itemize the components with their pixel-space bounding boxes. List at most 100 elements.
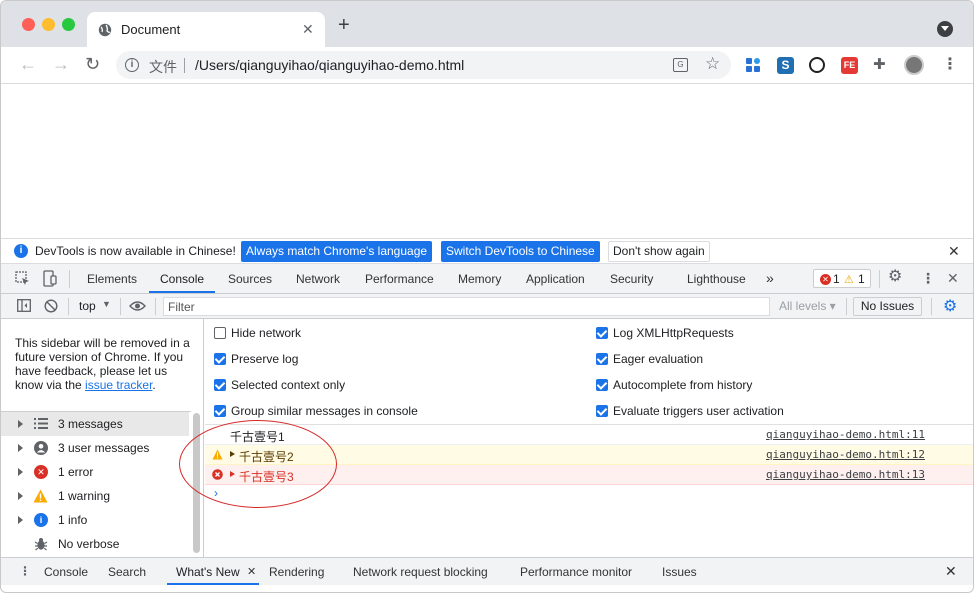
console-settings-gear-icon[interactable]: ⚙ [943, 296, 957, 316]
eager-evaluation-checkbox[interactable] [596, 353, 608, 365]
tab-search-icon[interactable] [937, 21, 953, 37]
log-xmlhttprequests-checkbox[interactable] [596, 327, 608, 339]
close-drawer-icon[interactable]: ✕ [945, 563, 957, 580]
expand-arrow-icon[interactable] [18, 468, 23, 476]
tab-application[interactable]: Application [526, 272, 585, 286]
close-window-button[interactable] [22, 18, 35, 31]
always-match-language-button[interactable]: Always match Chrome's language [241, 241, 433, 262]
evaluate-user-activation-checkbox[interactable] [596, 405, 608, 417]
warning-count: 1 [858, 272, 865, 286]
drawer-tab-performance-monitor[interactable]: Performance monitor [520, 565, 632, 579]
extension-hexagon-icon[interactable] [809, 57, 825, 73]
live-expression-eye-icon[interactable] [129, 300, 146, 312]
puzzle-icon[interactable]: ✚ [873, 55, 890, 73]
source-link[interactable]: qianguyihao-demo.html:12 [766, 448, 925, 461]
sidebar-deprecation-note: This sidebar will be removed in a future… [15, 336, 195, 392]
tab-security[interactable]: Security [610, 272, 653, 286]
console-toolbar: top ▼ Filter All levels ▾ No Issues ⚙ [1, 294, 973, 319]
source-link[interactable]: qianguyihao-demo.html:13 [766, 468, 925, 481]
browser-window: Document ✕ + ← → ↻ i 文件 /Users/qianguyih… [0, 0, 974, 593]
sidebar-item-warnings[interactable]: 1 warning [1, 484, 189, 508]
sidebar-item-info[interactable]: i 1 info [1, 508, 189, 532]
minimize-window-button[interactable] [42, 18, 55, 31]
drawer-tab-whats-new[interactable]: What's New [176, 565, 240, 579]
infobar-close-icon[interactable]: ✕ [948, 243, 960, 260]
preserve-log-checkbox[interactable] [214, 353, 226, 365]
drawer-tab-close-icon[interactable]: ✕ [247, 565, 256, 578]
expand-arrow-icon[interactable] [18, 516, 23, 524]
drawer-tab-rendering[interactable]: Rendering [269, 565, 324, 579]
tab-memory[interactable]: Memory [458, 272, 501, 286]
selected-context-only-checkbox[interactable] [214, 379, 226, 391]
divider [931, 298, 932, 315]
close-devtools-icon[interactable]: ✕ [947, 271, 959, 285]
drawer-tab-search[interactable]: Search [108, 565, 146, 579]
sidebar-item-verbose[interactable]: No verbose [1, 532, 189, 556]
inspect-element-icon[interactable] [15, 271, 30, 286]
extension-s-icon[interactable]: S [777, 57, 794, 74]
dont-show-again-button[interactable]: Don't show again [608, 241, 710, 262]
issues-counter[interactable]: ✕ 1 ⚠ 1 [813, 269, 871, 288]
issues-button[interactable]: No Issues [853, 297, 922, 316]
error-count: 1 [833, 272, 840, 286]
tab-close-icon[interactable]: ✕ [302, 21, 314, 38]
device-toolbar-icon[interactable] [43, 270, 57, 287]
bookmark-star-icon[interactable]: ☆ [705, 54, 720, 74]
extension-blue-icon[interactable] [745, 57, 762, 74]
sidebar-toggle-icon[interactable] [17, 299, 31, 312]
tab-title: Document [121, 22, 181, 37]
error-icon: ✕ [820, 274, 831, 285]
drawer-menu-icon[interactable]: ⋮ [19, 564, 31, 578]
site-info-icon[interactable]: i [125, 58, 139, 72]
divider [68, 298, 69, 315]
settings-gear-icon[interactable]: ⚙ [888, 269, 902, 285]
back-icon[interactable]: ← [19, 55, 37, 73]
sidebar-item-errors[interactable]: ✕ 1 error [1, 460, 189, 484]
warning-icon: ⚠ [844, 274, 854, 286]
autocomplete-history-checkbox[interactable] [596, 379, 608, 391]
bug-icon [34, 538, 48, 551]
drawer-tab-network-request-blocking[interactable]: Network request blocking [353, 565, 488, 579]
tab-lighthouse[interactable]: Lighthouse [687, 272, 746, 286]
browser-tab[interactable]: Document ✕ [87, 12, 325, 47]
expand-arrow-icon[interactable] [18, 420, 23, 428]
more-tabs-icon[interactable]: » [766, 270, 774, 286]
drawer-tab-issues[interactable]: Issues [662, 565, 697, 579]
sidebar-item-messages[interactable]: 3 messages [1, 412, 189, 436]
sidebar-item-user-messages[interactable]: 3 user messages [1, 436, 189, 460]
log-levels-dropdown[interactable]: All levels ▾ [779, 299, 836, 313]
clear-console-icon[interactable] [44, 299, 58, 313]
avatar[interactable] [904, 55, 924, 75]
customize-menu-icon[interactable]: ⋮ [921, 271, 935, 285]
filter-placeholder: Filter [168, 300, 195, 314]
infobar-message: DevTools is now available in Chinese! [35, 244, 236, 258]
switch-to-chinese-button[interactable]: Switch DevTools to Chinese [441, 241, 600, 262]
group-similar-checkbox[interactable] [214, 405, 226, 417]
tab-performance[interactable]: Performance [365, 272, 434, 286]
drawer-tab-console[interactable]: Console [44, 565, 88, 579]
tab-console[interactable]: Console [160, 272, 204, 286]
context-selector[interactable]: top [79, 299, 96, 313]
tab-elements[interactable]: Elements [87, 272, 137, 286]
tab-sources[interactable]: Sources [228, 272, 272, 286]
zoom-window-button[interactable] [62, 18, 75, 31]
filter-input[interactable]: Filter [163, 297, 770, 316]
new-tab-button[interactable]: + [338, 15, 350, 35]
translate-icon[interactable]: G [673, 58, 688, 72]
hide-network-checkbox[interactable] [214, 327, 226, 339]
url-text[interactable]: /Users/qianguyihao/qianguyihao-demo.html [195, 57, 464, 73]
tab-network[interactable]: Network [296, 272, 340, 286]
forward-icon[interactable]: → [52, 55, 70, 73]
reload-icon[interactable]: ↻ [85, 55, 100, 73]
scheme-label: 文件 [149, 59, 177, 75]
divider [69, 270, 70, 288]
extension-fe-icon[interactable]: FE [841, 57, 858, 74]
expand-arrow-icon[interactable] [18, 492, 23, 500]
issue-tracker-link[interactable]: issue tracker [85, 378, 152, 392]
expand-arrow-icon[interactable] [18, 444, 23, 452]
list-icon [34, 418, 48, 429]
address-bar[interactable]: i 文件 /Users/qianguyihao/qianguyihao-demo… [116, 51, 731, 79]
source-link[interactable]: qianguyihao-demo.html:11 [766, 428, 925, 441]
active-drawer-tab-indicator [167, 583, 259, 585]
browser-menu-icon[interactable]: ⋮ [942, 54, 959, 73]
